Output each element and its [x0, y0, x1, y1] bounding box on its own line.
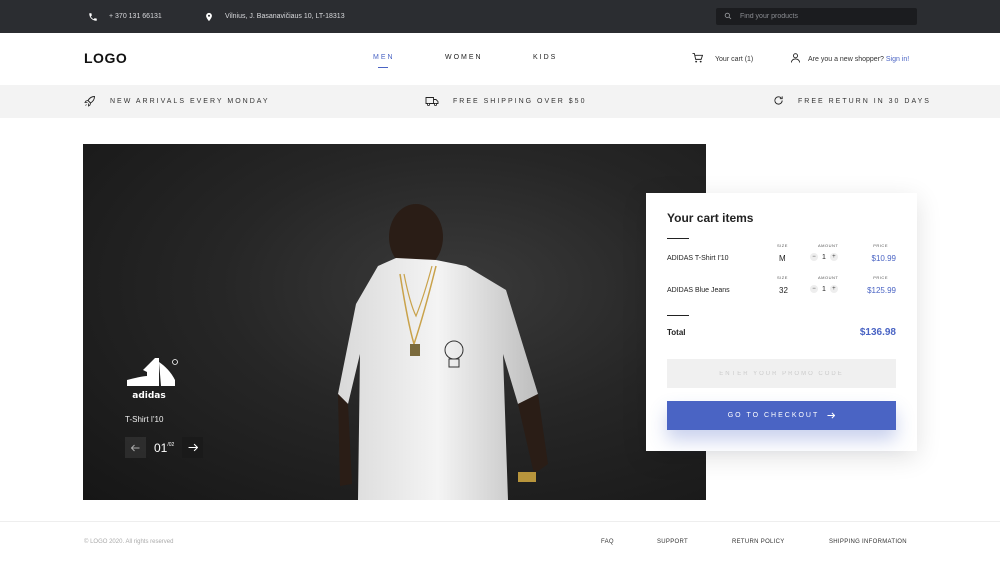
cart-title: Your cart items — [667, 211, 754, 225]
footer-link-return-policy[interactable]: RETURN POLICY — [732, 539, 785, 545]
promo-text: FREE SHIPPING OVER $50 — [453, 98, 587, 105]
search-bar[interactable] — [716, 8, 917, 25]
slide-total: /02 — [167, 441, 175, 448]
divider — [667, 238, 689, 239]
phone-number: + 370 131 66131 — [109, 13, 162, 20]
hero-banner: adidas T-Shirt I'10 01/02 — [83, 144, 706, 500]
promo-text: FREE RETURN IN 30 DAYS — [798, 98, 931, 105]
decrease-qty-button[interactable]: − — [810, 253, 818, 261]
footer-link-support[interactable]: SUPPORT — [657, 539, 688, 545]
slide-counter: 01/02 — [154, 441, 174, 455]
col-amount-label: AMOUNT — [818, 243, 839, 248]
phone-contact[interactable]: + 370 131 66131 — [87, 0, 162, 33]
slide-current: 01 — [154, 440, 168, 455]
col-amount-label: AMOUNT — [818, 275, 839, 280]
site-logo[interactable]: LOGO — [84, 50, 127, 66]
quantity-stepper: − 1 + — [810, 285, 838, 293]
col-price-label: PRICE — [873, 275, 888, 280]
col-size-label: SIZE — [777, 275, 788, 280]
cart-label: Your cart (1) — [715, 55, 754, 63]
model-photo — [338, 204, 548, 500]
promo-new-arrivals: NEW ARRIVALS EVERY MONDAY — [84, 85, 270, 118]
item-price: $10.99 — [871, 254, 896, 263]
col-price-label: PRICE — [873, 243, 888, 248]
item-name[interactable]: ADIDAS T-Shirt I'10 — [667, 255, 729, 262]
product-name: T-Shirt I'10 — [125, 415, 164, 424]
brand-block: adidas T-Shirt I'10 — [125, 358, 179, 424]
item-size: 32 — [779, 286, 788, 295]
search-input[interactable] — [740, 13, 910, 20]
arrow-right-icon — [188, 443, 198, 452]
phone-icon — [87, 11, 99, 23]
cart-link[interactable]: Your cart (1) — [692, 53, 753, 65]
top-info-bar: + 370 131 66131 Vilnius, J. Basanavičiau… — [0, 0, 1000, 33]
total-value: $136.98 — [859, 327, 896, 338]
arrow-right-icon — [827, 412, 836, 419]
search-icon[interactable] — [724, 12, 732, 22]
promo-code-input[interactable] — [667, 359, 896, 388]
prev-slide-button[interactable] — [125, 437, 146, 458]
promo-text: NEW ARRIVALS EVERY MONDAY — [110, 98, 270, 105]
adidas-logo: adidas — [127, 358, 178, 401]
nav-item-women[interactable]: WOMEN — [445, 54, 483, 61]
increase-qty-button[interactable]: + — [829, 285, 838, 293]
col-size-label: SIZE — [777, 243, 788, 248]
item-qty: 1 — [822, 253, 826, 261]
footer-link-shipping-information[interactable]: SHIPPING INFORMATION — [829, 539, 907, 545]
promo-free-shipping: FREE SHIPPING OVER $50 — [425, 85, 586, 118]
next-slide-button[interactable] — [182, 437, 204, 458]
cart-panel: Your cart items SIZE AMOUNT PRICE ADIDAS… — [646, 193, 917, 451]
shopper-text: Are you a new shopper? — [808, 55, 884, 63]
nav-item-men[interactable]: MEN — [373, 54, 395, 68]
address-text: Vilnius, J. Basanavičiaus 10, LT-18313 — [225, 13, 345, 20]
increase-qty-button[interactable]: + — [829, 253, 838, 261]
refresh-icon — [773, 95, 784, 108]
slide-controls: 01/02 — [125, 437, 204, 458]
quantity-stepper: − 1 + — [810, 253, 838, 261]
item-name[interactable]: ADIDAS Blue Jeans — [667, 287, 730, 294]
rocket-icon — [84, 95, 96, 109]
decrease-qty-button[interactable]: − — [810, 285, 818, 293]
item-price: $125.99 — [867, 286, 896, 295]
benefits-bar: NEW ARRIVALS EVERY MONDAY FREE SHIPPING … — [0, 85, 1000, 118]
copyright-text: © LOGO 2020. All rights reserved — [84, 539, 174, 545]
nav-item-kids[interactable]: KIDS — [533, 54, 557, 61]
location-pin-icon — [203, 11, 215, 23]
arrow-left-icon — [131, 444, 140, 451]
signin-link[interactable]: Sign in! — [886, 56, 909, 63]
total-label: Total — [667, 328, 686, 337]
item-qty: 1 — [822, 285, 826, 293]
address-contact: Vilnius, J. Basanavičiaus 10, LT-18313 — [203, 0, 345, 33]
account-area: Are you a new shopper? Sign in! — [791, 53, 909, 65]
promo-free-return: FREE RETURN IN 30 DAYS — [773, 85, 931, 118]
user-icon — [791, 53, 800, 65]
footer-link-faq[interactable]: FAQ — [601, 539, 614, 545]
divider — [667, 315, 689, 316]
truck-icon — [425, 95, 439, 109]
checkout-button[interactable]: GO TO CHECKOUT — [667, 401, 896, 430]
main-header: LOGO MEN WOMEN KIDS Your cart (1) Are yo… — [0, 33, 1000, 85]
shopping-cart-icon — [692, 53, 704, 65]
shopper-question: Are you a new shopper? Sign in! — [808, 56, 909, 63]
item-size: M — [779, 254, 786, 263]
checkout-label: GO TO CHECKOUT — [727, 412, 820, 419]
adidas-logo-wordmark: adidas — [132, 391, 165, 401]
footer: © LOGO 2020. All rights reserved FAQ SUP… — [0, 521, 1000, 563]
